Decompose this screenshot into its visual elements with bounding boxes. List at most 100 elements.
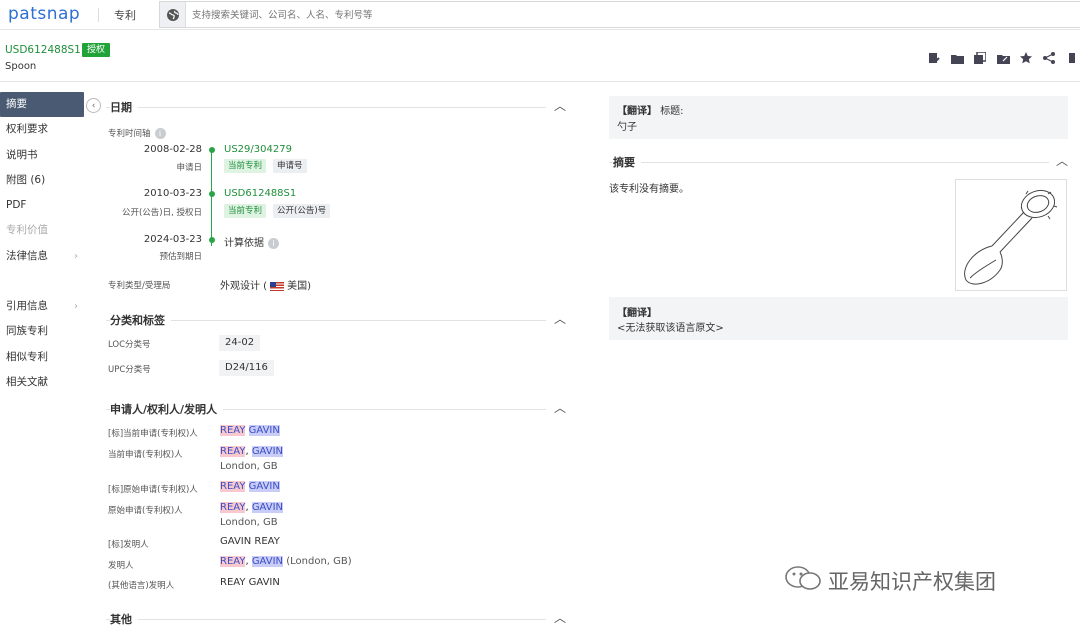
sidebar-item-description[interactable]: 说明书 <box>0 143 88 168</box>
event-date: 2008-02-28 <box>143 144 202 155</box>
abstract-drawing[interactable] <box>955 179 1067 291</box>
party-name-link[interactable]: REAY <box>220 446 246 457</box>
chevron-up-icon[interactable]: ︿ <box>554 97 566 114</box>
sidebar-item-label: 法律信息 <box>6 249 48 262</box>
patsnap-logo[interactable]: patsnap <box>8 4 80 24</box>
inventor-name: REAY GAVIN <box>220 577 280 588</box>
upc-label: UPC分类号 <box>108 365 151 375</box>
info-icon[interactable]: i <box>268 237 279 249</box>
folder-icon[interactable] <box>949 50 965 66</box>
sidebar-item-family[interactable]: 同族专利 <box>0 319 88 344</box>
party-name-link[interactable]: GAVIN <box>248 425 280 436</box>
timeline-line <box>211 150 212 246</box>
divider <box>609 162 1049 163</box>
event-date: 2010-03-23 <box>143 188 202 199</box>
separator: , <box>245 446 252 457</box>
sidebar-item-pdf[interactable]: PDF <box>0 193 88 218</box>
party-name-link[interactable]: REAY <box>220 425 246 436</box>
upc-value[interactable]: D24/116 <box>219 360 274 376</box>
patent-type-value: 外观设计 (美国) <box>220 277 311 292</box>
collapse-sidebar-button[interactable]: ‹ <box>86 98 101 113</box>
section-header-dates[interactable]: 日期 ︿ <box>106 99 566 115</box>
translate-tag: 【翻译】 <box>617 308 657 319</box>
party-name-link[interactable]: GAVIN <box>251 502 284 513</box>
publication-number-tag: 公开(公告)号 <box>273 204 331 218</box>
status-badge: 授权 <box>82 43 111 57</box>
title-label: 标题: <box>660 106 684 117</box>
sidebar-item-similar[interactable]: 相似专利 <box>0 345 88 370</box>
patent-type-text: 外观设计 ( <box>220 281 268 292</box>
party-name-link[interactable]: REAY <box>220 481 246 492</box>
inventor-location: (London, GB) <box>283 556 352 567</box>
chevron-up-icon[interactable]: ︿ <box>554 609 566 626</box>
wechat-icon <box>784 565 822 596</box>
sidebar-item-legal[interactable]: 法律信息 › <box>0 244 88 269</box>
patent-type-label: 专利类型/受理局 <box>108 281 171 291</box>
share-icon[interactable] <box>1041 50 1057 66</box>
party-label: (其他语言)发明人 <box>108 581 175 591</box>
translate-tag: 【翻译】 <box>617 106 657 117</box>
calculation-basis: 计算依据 i <box>224 234 279 249</box>
party-value: REAY, GAVIN <box>220 446 284 457</box>
sidebar: 摘要 权利要求 说明书 附图 (6) PDF 专利价值 法律信息 › 引用信息 › … <box>0 92 88 395</box>
section-title: 日期 <box>110 99 138 115</box>
publication-number-link[interactable]: USD612488S1 <box>224 188 296 199</box>
section-header-abstract[interactable]: 摘要 ︿ <box>609 154 1068 170</box>
party-label: [标]原始申请(专利权)人 <box>108 485 198 495</box>
search-input[interactable] <box>192 6 792 24</box>
section-title: 其他 <box>110 611 138 627</box>
search-bar <box>159 1 1080 28</box>
sidebar-item-drawings[interactable]: 附图 (6) <box>0 168 88 193</box>
sidebar-item-abstract[interactable]: 摘要 <box>0 92 84 118</box>
nav-patent-menu[interactable]: 专利 <box>114 7 136 23</box>
chevron-right-icon: › <box>74 250 78 262</box>
more-icon[interactable] <box>1064 50 1080 66</box>
timeline-dot <box>208 191 215 197</box>
star-icon[interactable] <box>1018 50 1034 66</box>
section-title: 申请人/权利人/发明人 <box>110 401 224 417</box>
sidebar-item-related-docs[interactable]: 相关文献 <box>0 370 88 395</box>
event-date: 2024-03-23 <box>143 234 202 245</box>
sidebar-item-label: 引用信息 <box>6 300 48 313</box>
party-label: 原始申请(专利权)人 <box>108 506 183 516</box>
copy-icon[interactable] <box>972 50 988 66</box>
sidebar-item-claims[interactable]: 权利要求 <box>0 117 88 142</box>
party-address: London, GB <box>220 461 278 472</box>
info-icon[interactable]: i <box>154 128 166 139</box>
party-name-link[interactable]: GAVIN <box>251 556 284 567</box>
edit-note-icon[interactable] <box>926 50 942 66</box>
globe-icon[interactable] <box>160 2 186 27</box>
divider <box>106 619 546 620</box>
chevron-up-icon[interactable]: ︿ <box>554 310 566 327</box>
party-value: REAY GAVIN <box>220 481 280 492</box>
chevron-up-icon[interactable]: ︿ <box>554 399 566 416</box>
loc-value[interactable]: 24-02 <box>219 335 261 351</box>
patent-title: Spoon <box>5 61 37 72</box>
section-header-parties[interactable]: 申请人/权利人/发明人 ︿ <box>106 401 566 417</box>
translated-abstract-box: 【翻译】 <无法获取该语言原文> <box>609 297 1068 340</box>
export-folder-icon[interactable] <box>995 50 1011 66</box>
section-header-classification[interactable]: 分类和标签 ︿ <box>106 312 566 328</box>
section-header-other[interactable]: 其他 ︿ <box>106 611 566 627</box>
sidebar-item-citations[interactable]: 引用信息 › <box>0 294 88 319</box>
current-patent-tag: 当前专利 <box>224 204 267 218</box>
party-name-link[interactable]: GAVIN <box>251 446 284 457</box>
party-label: 发明人 <box>108 561 134 571</box>
party-name-link[interactable]: REAY <box>220 556 246 567</box>
party-name-link[interactable]: REAY <box>220 502 246 513</box>
party-address: London, GB <box>220 517 278 528</box>
application-number-link[interactable]: US29/304279 <box>224 144 292 155</box>
loc-label: LOC分类号 <box>108 340 151 350</box>
chevron-right-icon: › <box>74 301 78 313</box>
top-bar: patsnap 专利 <box>0 0 1080 30</box>
event-type: 公开(公告)日, 授权日 <box>121 208 202 218</box>
abstract-text: 该专利没有摘要。 <box>609 184 689 195</box>
separator: , <box>245 556 252 567</box>
party-name-link[interactable]: GAVIN <box>248 481 280 492</box>
section-title: 摘要 <box>613 154 641 170</box>
event-type: 申请日 <box>176 163 202 173</box>
sidebar-item-patent-value[interactable]: 专利价值 <box>0 218 88 243</box>
divider <box>98 8 99 22</box>
chevron-up-icon[interactable]: ︿ <box>1056 152 1068 169</box>
